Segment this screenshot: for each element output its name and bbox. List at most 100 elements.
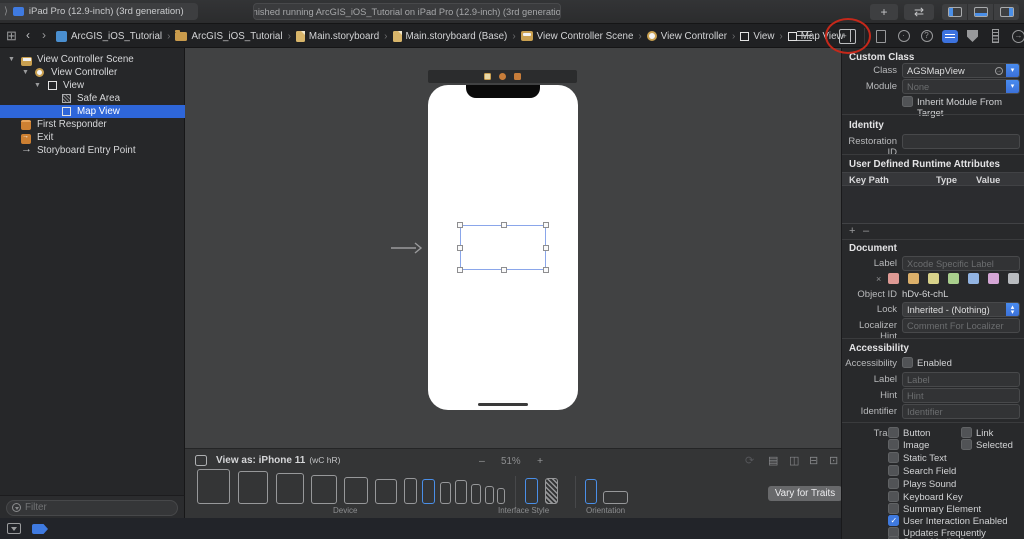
outline-item-view[interactable]: ▼ View [0, 79, 185, 92]
breadcrumb-scene[interactable]: View Controller Scene [521, 31, 634, 42]
disclosure-triangle-icon[interactable]: ▼ [22, 69, 29, 76]
back-button[interactable]: ‹ [26, 28, 30, 42]
toggle-navigator-button[interactable] [942, 4, 967, 20]
storyboard-canvas[interactable] [185, 48, 841, 448]
add-constraints-icon[interactable]: ⊟ [809, 454, 818, 467]
device-thumb-iphone-4[interactable] [455, 480, 467, 504]
dropdown-button[interactable]: ▾ [1006, 63, 1019, 78]
color-swatch-gray[interactable] [1008, 273, 1019, 284]
color-swatch-purple[interactable] [988, 273, 999, 284]
device-thumb-ipad-3[interactable] [276, 473, 304, 504]
resize-handle[interactable] [457, 222, 463, 228]
tab-quick-help[interactable]: ? [918, 28, 935, 45]
zoom-level[interactable]: 51% [501, 456, 521, 467]
trait-checkbox-image[interactable] [888, 439, 899, 450]
color-swatch-orange[interactable] [908, 273, 919, 284]
resize-handle[interactable] [457, 267, 463, 273]
trait-checkbox-user-interaction[interactable] [888, 515, 899, 526]
color-swatch-blue[interactable] [968, 273, 979, 284]
add-attribute-button[interactable]: + [849, 225, 855, 237]
trait-checkbox-keyboard-key[interactable] [888, 491, 899, 502]
vary-for-traits-button[interactable]: Vary for Traits [768, 486, 842, 501]
runtime-attributes-table[interactable] [842, 186, 1024, 224]
color-swatch-red[interactable] [888, 273, 899, 284]
swatch-clear[interactable]: × [876, 274, 881, 284]
toggle-debug-area-button[interactable] [968, 4, 993, 20]
interface-style-light-thumb[interactable] [525, 478, 538, 504]
adjust-editor-options-button[interactable] [839, 29, 856, 44]
breadcrumb-storyboard-base[interactable]: Main.storyboard (Base) [393, 31, 508, 42]
accessibility-identifier-field[interactable]: Identifier [902, 404, 1020, 419]
device-thumb-ipad-5[interactable] [344, 477, 368, 504]
breadcrumb-project[interactable]: ArcGIS_iOS_Tutorial [56, 31, 162, 42]
trait-checkbox-button[interactable] [888, 427, 899, 438]
library-add-button[interactable]: + [870, 4, 898, 20]
device-thumb-iphone-1[interactable] [404, 478, 417, 504]
document-outline-toggle[interactable] [797, 31, 812, 41]
breadcrumb-view-controller[interactable]: View Controller [647, 31, 727, 42]
device-thumb-iphone-5[interactable] [471, 484, 481, 504]
resize-handle[interactable] [543, 245, 549, 251]
disclosure-triangle-icon[interactable]: ▼ [34, 82, 41, 89]
outline-item-view-controller[interactable]: ▼ View Controller [0, 66, 185, 79]
storyboard-entry-point-arrow[interactable] [391, 242, 423, 254]
device-config-icon[interactable] [195, 455, 207, 466]
outline-item-map-view[interactable]: Map View [0, 105, 185, 118]
module-field[interactable]: None ▾ [902, 79, 1020, 94]
outline-item-scene[interactable]: ▼ View Controller Scene [0, 53, 185, 66]
trait-checkbox-summary-element[interactable] [888, 503, 899, 514]
lock-popup[interactable]: Inherited - (Nothing) ▴▾ [902, 302, 1020, 317]
restoration-id-field[interactable] [902, 134, 1020, 149]
inherit-module-checkbox[interactable] [902, 96, 913, 107]
tab-history-inspector[interactable]: · [895, 28, 912, 45]
device-thumb-ipad-6[interactable] [375, 479, 397, 504]
resolve-layout-icon[interactable]: ⊡ [829, 454, 838, 467]
resize-handle[interactable] [457, 245, 463, 251]
scene-dock-view-controller-icon[interactable] [484, 73, 491, 80]
tab-size-inspector[interactable] [987, 28, 1004, 45]
trait-checkbox-link[interactable] [961, 427, 972, 438]
resize-handle[interactable] [501, 222, 507, 228]
update-frames-icon[interactable]: ⟳ [745, 454, 754, 467]
resize-handle[interactable] [543, 222, 549, 228]
device-thumb-ipad-1[interactable] [197, 469, 230, 504]
device-thumb-iphone-6[interactable] [485, 486, 494, 504]
breadcrumb-storyboard[interactable]: Main.storyboard [296, 31, 379, 42]
localizer-hint-field[interactable]: Comment For Localizer [902, 318, 1020, 333]
filter-input[interactable]: Filter [6, 500, 178, 516]
tab-attributes-inspector[interactable] [964, 28, 981, 45]
device-thumb-iphone-3[interactable] [440, 482, 451, 504]
map-view-selection[interactable] [460, 225, 546, 270]
zoom-in-button[interactable]: + [537, 455, 543, 467]
editor-swap-button[interactable]: ⇄ [904, 4, 934, 20]
forward-button[interactable]: › [42, 28, 46, 42]
device-thumb-ipad-2[interactable] [238, 471, 268, 504]
interface-style-dark-thumb[interactable] [545, 478, 558, 504]
accessibility-enabled-checkbox[interactable] [902, 357, 913, 368]
toggle-inspector-button[interactable] [994, 4, 1019, 20]
color-swatch-yellow[interactable] [928, 273, 939, 284]
orientation-portrait-thumb[interactable] [585, 479, 597, 504]
trait-checkbox-search-field[interactable] [888, 465, 899, 476]
stepper-icon[interactable]: ▴▾ [1006, 302, 1019, 317]
embed-in-stack-icon[interactable]: ▤ [768, 454, 778, 467]
disclosure-triangle-icon[interactable]: ▼ [8, 56, 15, 63]
zoom-out-button[interactable]: – [479, 455, 485, 467]
remove-attribute-button[interactable]: – [863, 225, 869, 237]
run-destination-selector[interactable]: ⟩ iPad Pro (12.9-inch) (3rd generation) [0, 3, 198, 20]
dropdown-button[interactable]: ▾ [1006, 79, 1019, 94]
hide-outline-button[interactable] [7, 523, 21, 534]
orientation-landscape-thumb[interactable] [603, 491, 628, 504]
trait-checkbox-selected[interactable] [961, 439, 972, 450]
accessibility-hint-field[interactable]: Hint [902, 388, 1020, 403]
tab-identity-inspector[interactable] [941, 28, 958, 45]
tab-connections-inspector[interactable]: → [1010, 28, 1024, 45]
device-thumb-iphone-7[interactable] [497, 488, 505, 504]
scene-dock-exit-icon[interactable] [514, 73, 521, 80]
breadcrumb-group[interactable]: ArcGIS_iOS_Tutorial [175, 31, 282, 42]
device-thumb-iphone-11-selected[interactable] [422, 479, 435, 504]
trait-checkbox-plays-sound[interactable] [888, 478, 899, 489]
trait-checkbox-static-text[interactable] [888, 452, 899, 463]
device-thumb-ipad-4[interactable] [311, 475, 337, 504]
related-items-icon[interactable]: ⊞ [6, 30, 18, 42]
